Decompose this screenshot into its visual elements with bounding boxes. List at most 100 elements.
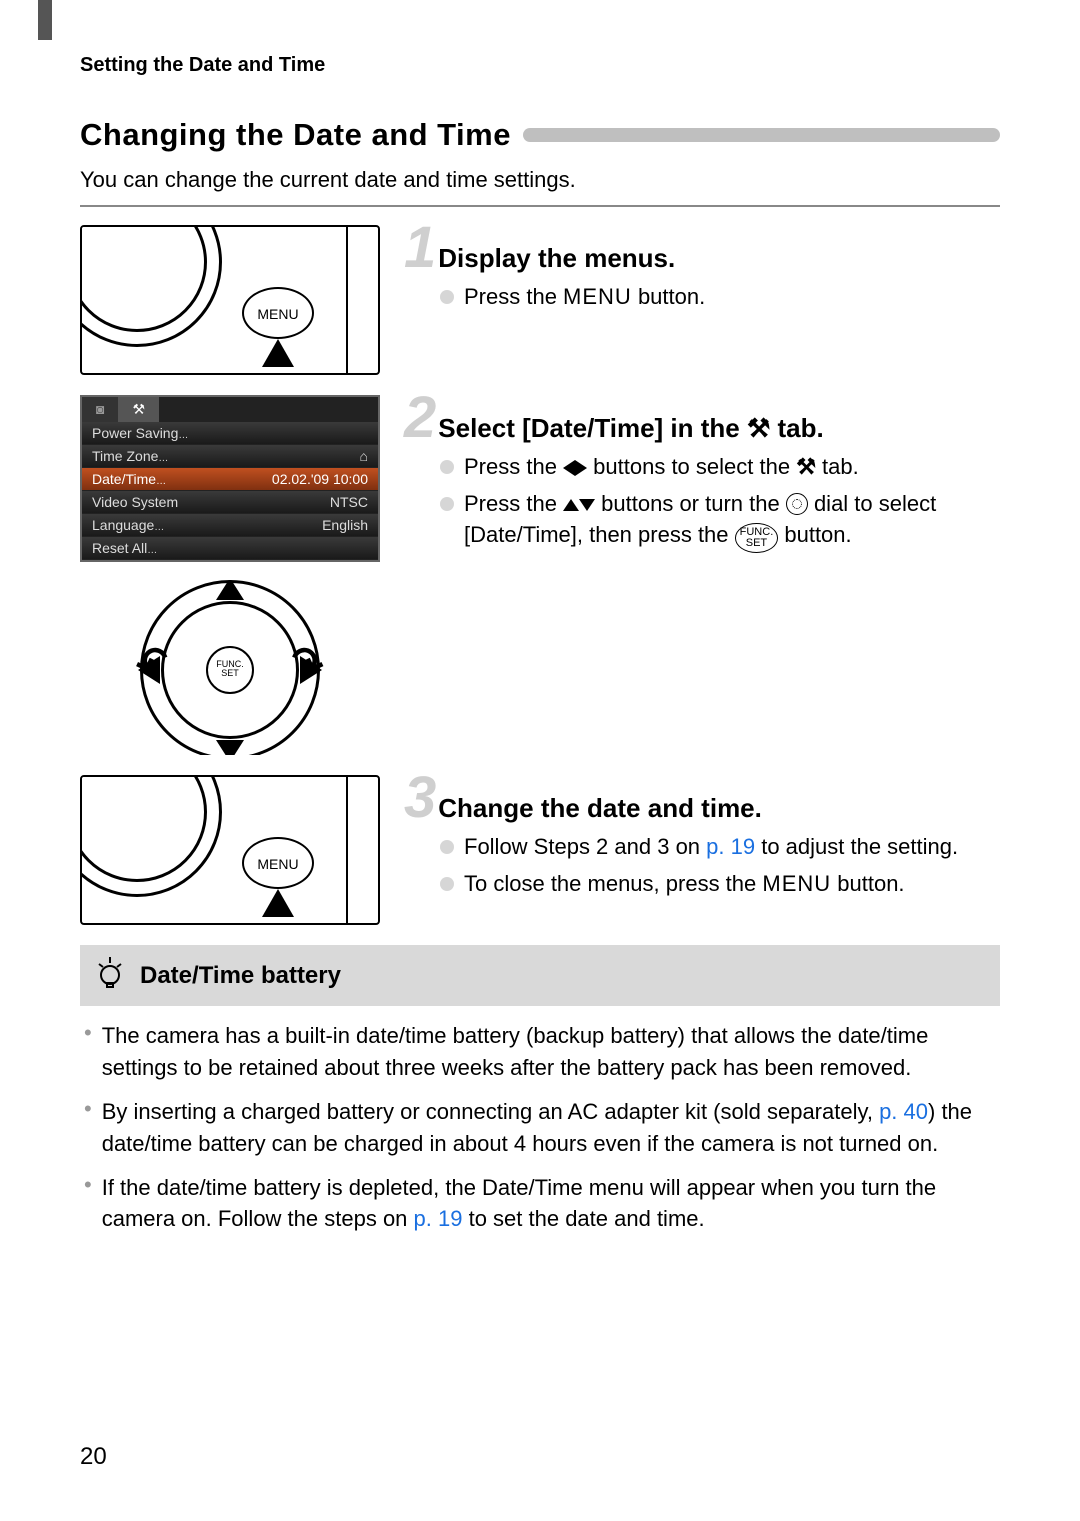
tools-icon: ⚒ (747, 413, 770, 443)
text: Press the (464, 284, 563, 309)
step-1-bullet: Press the MENU button. (440, 282, 1000, 313)
lcd-row-reset-all: Reset All (82, 537, 378, 560)
lcd-row-power-saving: Power Saving (82, 422, 378, 445)
tools-icon: ⚒ (796, 454, 816, 479)
divider (80, 205, 1000, 207)
label: Date/Time (92, 471, 166, 487)
value: English (322, 517, 368, 533)
text: The camera has a built-in date/time batt… (102, 1020, 996, 1084)
section-title: Changing the Date and Time (80, 117, 511, 153)
lcd-tab-tools: ⚒ (118, 397, 159, 422)
section-title-row: Changing the Date and Time (80, 117, 1000, 153)
up-arrow-icon (563, 499, 579, 511)
info-box-header: Date/Time battery (80, 945, 1000, 1006)
step-1: MENU 1 Display the menus. Press the MENU… (80, 225, 1000, 375)
running-header: Setting the Date and Time (80, 54, 1000, 77)
info-list: • The camera has a built-in date/time ba… (80, 1006, 1000, 1235)
step-3: MENU 3 Change the date and time. Follow … (80, 775, 1000, 925)
label: Language (92, 517, 164, 533)
text: button. (632, 284, 705, 309)
step-2-bullet-1: Press the buttons to select the ⚒ tab. (440, 452, 1000, 483)
step-2: ◙ ⚒ Power Saving Time Zone ⌂ Date/Time 02.… (80, 395, 1000, 755)
step-number: 3 (404, 775, 436, 821)
step-3-bullet-2: To close the menus, press the MENU butto… (440, 869, 1000, 900)
text: Press the (464, 491, 563, 516)
title-bar (523, 128, 1000, 142)
press-arrow-icon (262, 339, 294, 367)
text: button. (778, 522, 851, 547)
text: By inserting a charged battery or connec… (102, 1099, 879, 1124)
func-set-button: FUNC. SET (206, 646, 254, 694)
page-ref-link[interactable]: p. 40 (879, 1099, 928, 1124)
bullet-icon (440, 877, 454, 891)
right-arrow-icon (300, 656, 322, 684)
bullet-icon: • (84, 1096, 92, 1160)
step-2-bullet-2: Press the buttons or turn the dial to se… (440, 489, 1000, 553)
step-number: 1 (404, 225, 436, 271)
camera-icon: ◙ (96, 401, 104, 417)
text: to set the date and time. (462, 1206, 704, 1231)
home-icon: ⌂ (360, 448, 368, 464)
label: Reset All (92, 540, 157, 556)
tools-icon: ⚒ (132, 401, 145, 417)
value: 02.02.'09 10:00 (272, 471, 368, 487)
text: tab. (816, 454, 859, 479)
text: Select [Date/Time] in the (438, 413, 747, 443)
bullet-icon (440, 840, 454, 854)
intro-text: You can change the current date and time… (80, 167, 1000, 193)
info-item: • If the date/time battery is depleted, … (84, 1172, 996, 1236)
text: to adjust the setting. (755, 834, 958, 859)
text: tab. (770, 413, 823, 443)
bullet-icon: • (84, 1172, 92, 1236)
lcd-menu-screenshot: ◙ ⚒ Power Saving Time Zone ⌂ Date/Time 02.… (80, 395, 380, 562)
text: buttons to select the (587, 454, 796, 479)
lcd-tab-camera: ◙ (82, 397, 118, 422)
dial-icon (786, 493, 808, 515)
info-title: Date/Time battery (140, 962, 341, 990)
side-tab (38, 0, 52, 40)
lcd-row-video-system: Video System NTSC (82, 491, 378, 514)
right-arrow-icon (575, 460, 587, 476)
func-set-icon: FUNC.SET (735, 523, 779, 553)
left-arrow-icon (563, 460, 575, 476)
menu-word: MENU (762, 871, 831, 896)
menu-word: MENU (563, 284, 632, 309)
page-number: 20 (80, 1443, 107, 1471)
lcd-row-language: Language English (82, 514, 378, 537)
info-item: • By inserting a charged battery or conn… (84, 1096, 996, 1160)
left-arrow-icon (138, 656, 160, 684)
step-title: Select [Date/Time] in the ⚒ tab. (438, 413, 823, 444)
bullet-icon (440, 290, 454, 304)
menu-button-label: MENU (242, 837, 314, 889)
set-label: SET (208, 669, 252, 678)
up-arrow-icon (216, 580, 244, 600)
camera-menu-illustration: MENU (80, 225, 380, 375)
lightbulb-icon (96, 955, 124, 996)
page-ref-link[interactable]: p. 19 (706, 834, 755, 859)
press-arrow-icon (262, 889, 294, 917)
down-arrow-icon (579, 499, 595, 511)
menu-button-label: MENU (242, 287, 314, 339)
value: NTSC (330, 494, 368, 510)
control-dial-illustration: FUNC. SET ↶ ↶ (80, 580, 380, 755)
lcd-row-date-time: Date/Time 02.02.'09 10:00 (82, 468, 378, 491)
camera-menu-illustration: MENU (80, 775, 380, 925)
step-title: Display the menus. (438, 243, 675, 274)
bullet-icon: • (84, 1020, 92, 1084)
info-item: • The camera has a built-in date/time ba… (84, 1020, 996, 1084)
lcd-row-time-zone: Time Zone ⌂ (82, 445, 378, 468)
bullet-icon (440, 497, 454, 511)
down-arrow-icon (216, 740, 244, 755)
label: Power Saving (92, 425, 188, 441)
label: Time Zone (92, 448, 168, 464)
step-number: 2 (404, 395, 436, 441)
step-title: Change the date and time. (438, 793, 762, 824)
text: To close the menus, press the (464, 871, 762, 896)
text: buttons or turn the (595, 491, 786, 516)
page-ref-link[interactable]: p. 19 (414, 1206, 463, 1231)
step-3-bullet-1: Follow Steps 2 and 3 on p. 19 to adjust … (440, 832, 1000, 863)
label: Video System (92, 494, 178, 510)
text: Follow Steps 2 and 3 on (464, 834, 706, 859)
text: Press the (464, 454, 563, 479)
text: button. (831, 871, 904, 896)
